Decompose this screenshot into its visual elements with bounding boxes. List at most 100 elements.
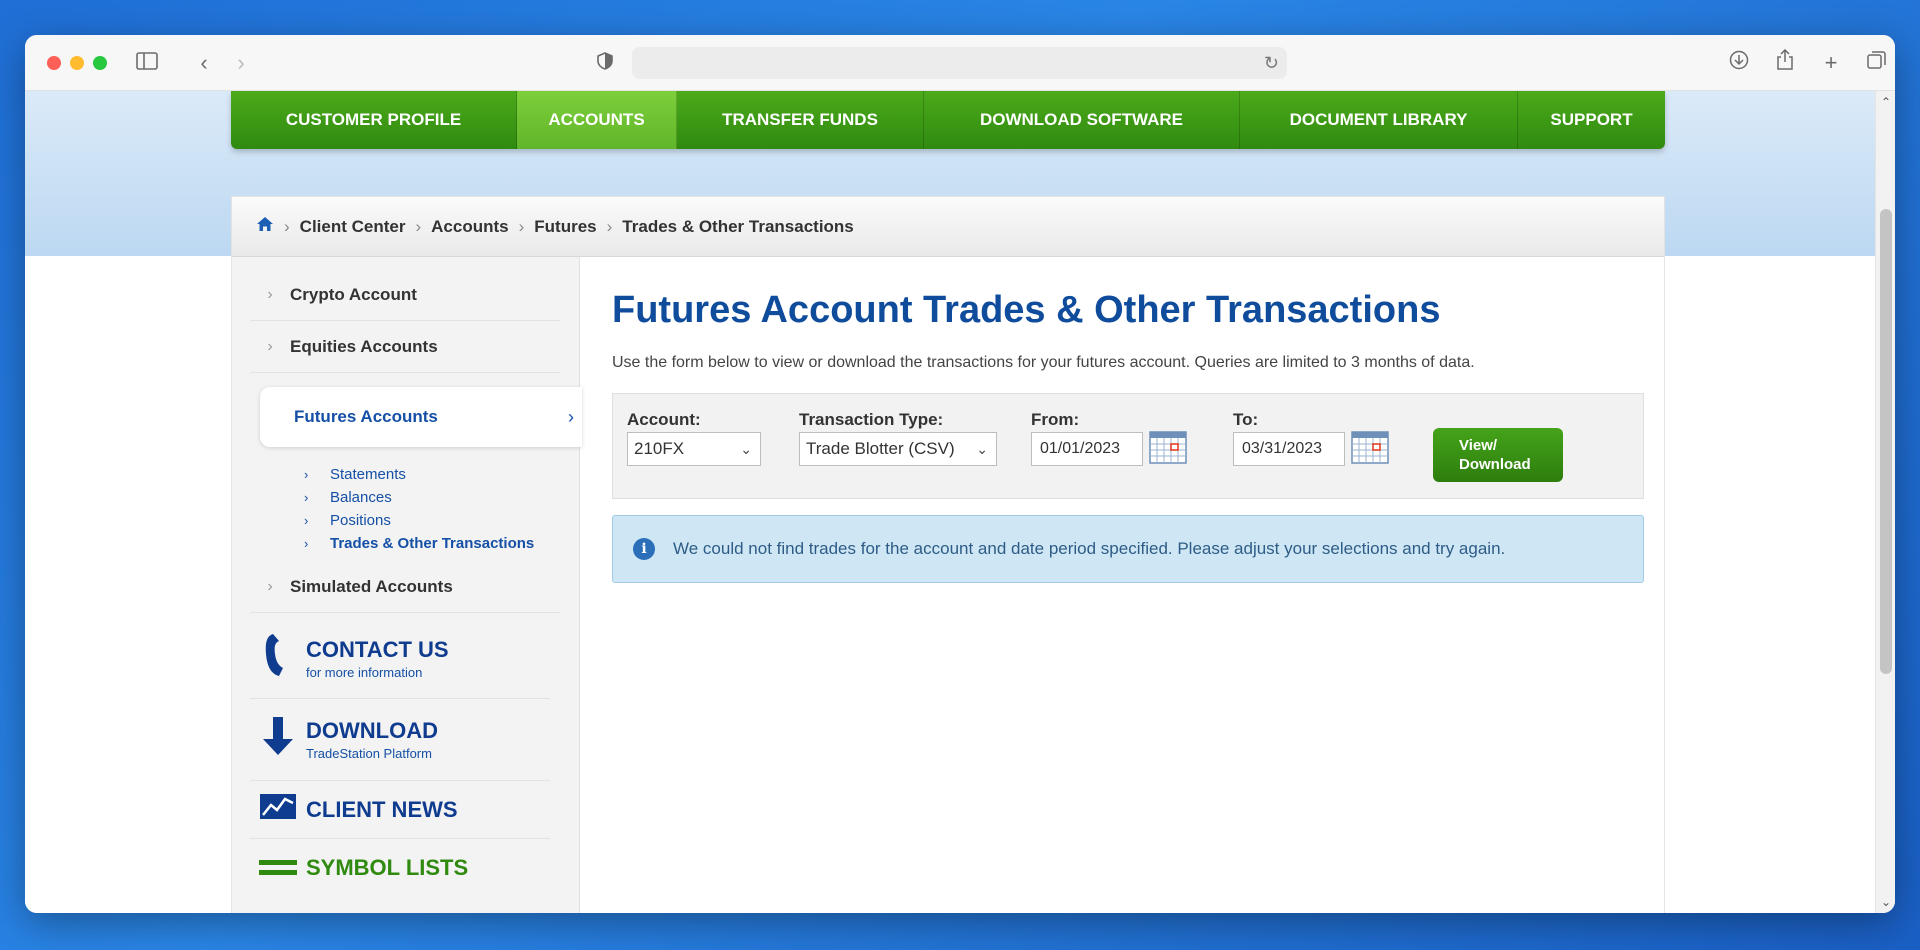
no-results-alert: i We could not find trades for the accou… — [612, 515, 1644, 583]
chevron-right-icon: › — [267, 285, 273, 303]
promo-title: CLIENT NEWS — [306, 796, 458, 822]
calendar-icon[interactable] — [1351, 430, 1389, 464]
breadcrumb-client-center[interactable]: Client Center — [300, 217, 406, 237]
scroll-down-icon[interactable]: ⌄ — [1876, 893, 1895, 911]
address-bar[interactable]: ↻ — [632, 47, 1287, 79]
sidebar-item-futures[interactable]: Futures Accounts › — [260, 387, 582, 447]
chevron-right-icon: › — [304, 512, 309, 528]
breadcrumb: › Client Center › Accounts › Futures › T… — [232, 197, 1664, 257]
breadcrumb-current: Trades & Other Transactions — [622, 216, 854, 236]
chevron-right-icon: › — [304, 535, 309, 551]
reload-icon[interactable]: ↻ — [1264, 51, 1279, 75]
calendar-icon[interactable] — [1149, 430, 1187, 464]
sub-item-trades[interactable]: › Trades & Other Transactions — [304, 532, 534, 554]
browser-window: ‹ › ↻ + CUSTOMER PROFILE ACCOUNTS TRANSF… — [25, 35, 1895, 913]
share-icon[interactable] — [1771, 48, 1799, 77]
chevron-right-icon: › — [568, 406, 574, 427]
transaction-type-value: Trade Blotter (CSV) — [806, 439, 955, 458]
to-label: To: — [1233, 410, 1259, 429]
sidebar-item-label: Equities Accounts — [290, 336, 438, 356]
zoom-window-button[interactable] — [93, 56, 107, 70]
tab-overview-icon[interactable] — [1863, 49, 1891, 77]
account-select[interactable]: 210FX ⌄ — [627, 432, 761, 466]
promo-subtitle: TradeStation Platform — [306, 746, 432, 761]
info-icon: i — [633, 538, 655, 560]
vertical-scrollbar[interactable]: ⌃ ⌄ — [1875, 91, 1895, 913]
account-select-value: 210FX — [634, 439, 685, 458]
from-label: From: — [1031, 410, 1080, 429]
sidebar-item-equities[interactable]: › Equities Accounts — [250, 321, 560, 373]
promo-symbol-lists[interactable]: SYMBOL LISTS — [250, 839, 550, 897]
close-window-button[interactable] — [47, 56, 61, 70]
back-icon[interactable]: ‹ — [190, 49, 218, 77]
nav-download-software[interactable]: DOWNLOAD SOFTWARE — [924, 91, 1240, 149]
account-label: Account: — [627, 410, 701, 429]
phone-icon — [250, 632, 306, 686]
promo-contact-us[interactable]: CONTACT US for more information — [250, 619, 550, 699]
page-viewport: CUSTOMER PROFILE ACCOUNTS TRANSFER FUNDS… — [25, 91, 1875, 913]
sub-item-statements[interactable]: › Statements — [304, 463, 406, 485]
promo-client-news[interactable]: CLIENT NEWS — [250, 781, 550, 839]
nav-customer-profile[interactable]: CUSTOMER PROFILE — [231, 91, 517, 149]
page-title: Futures Account Trades & Other Transacti… — [612, 289, 1441, 331]
browser-titlebar: ‹ › ↻ + — [25, 35, 1895, 91]
forward-icon[interactable]: › — [227, 49, 255, 77]
promo-title: CONTACT US — [306, 637, 449, 662]
sub-item-positions[interactable]: › Positions — [304, 509, 391, 531]
chevron-right-icon: › — [267, 337, 273, 355]
nav-document-library[interactable]: DOCUMENT LIBRARY — [1240, 91, 1518, 149]
chevron-right-icon: › — [518, 216, 525, 236]
promo-title: DOWNLOAD — [306, 718, 438, 743]
button-label-line: Download — [1459, 456, 1531, 473]
promo-subtitle: for more information — [306, 665, 423, 680]
promo-download[interactable]: DOWNLOAD TradeStation Platform — [250, 699, 550, 781]
downloads-icon[interactable] — [1725, 49, 1753, 77]
chevron-right-icon: › — [267, 577, 273, 595]
privacy-shield-icon[interactable] — [591, 49, 619, 77]
breadcrumb-futures[interactable]: Futures — [534, 217, 596, 237]
new-tab-icon[interactable]: + — [1817, 49, 1845, 77]
promo-title: SYMBOL LISTS — [306, 855, 469, 880]
home-icon[interactable] — [256, 216, 274, 237]
download-arrow-icon — [250, 715, 306, 765]
sidebar-item-label: Futures Accounts — [294, 407, 438, 426]
main-nav: CUSTOMER PROFILE ACCOUNTS TRANSFER FUNDS… — [231, 91, 1665, 149]
nav-accounts[interactable]: ACCOUNTS — [517, 91, 677, 149]
nav-support[interactable]: SUPPORT — [1518, 91, 1665, 149]
list-lines-icon — [250, 850, 306, 887]
sub-item-label: Statements — [330, 465, 406, 483]
nav-transfer-funds[interactable]: TRANSFER FUNDS — [677, 91, 924, 149]
chevron-right-icon: › — [415, 216, 422, 236]
chevron-right-icon: › — [304, 466, 309, 482]
content-card: › Client Center › Accounts › Futures › T… — [231, 196, 1665, 913]
sub-item-label: Positions — [330, 511, 391, 529]
from-date-input[interactable]: 01/01/2023 — [1031, 432, 1143, 466]
sidebar-item-label: Crypto Account — [290, 284, 417, 304]
filter-form: Account: 210FX ⌄ Transaction Type: Trade… — [612, 393, 1644, 499]
to-date-input[interactable]: 03/31/2023 — [1233, 432, 1345, 466]
transaction-type-select[interactable]: Trade Blotter (CSV) ⌄ — [799, 432, 997, 466]
sidebar-item-simulated[interactable]: › Simulated Accounts — [250, 561, 560, 613]
chevron-down-icon: ⌄ — [976, 440, 988, 457]
minimize-window-button[interactable] — [70, 56, 84, 70]
sidebar-toggle-icon[interactable] — [133, 49, 161, 77]
page-description: Use the form below to view or download t… — [612, 354, 1475, 371]
alert-message: We could not find trades for the account… — [673, 539, 1506, 558]
sidebar-item-crypto[interactable]: › Crypto Account — [250, 269, 560, 321]
main-content: Futures Account Trades & Other Transacti… — [612, 257, 1652, 583]
sub-item-label: Trades & Other Transactions — [330, 534, 535, 552]
view-download-button[interactable]: View/ Download — [1433, 428, 1563, 482]
sidebar-item-label: Simulated Accounts — [290, 576, 453, 596]
chevron-down-icon: ⌄ — [740, 440, 752, 457]
scrollbar-thumb[interactable] — [1880, 209, 1892, 674]
sub-item-label: Balances — [330, 488, 392, 506]
button-label-line: View/ — [1459, 437, 1498, 454]
chevron-right-icon: › — [304, 489, 309, 505]
transaction-type-label: Transaction Type: — [799, 410, 944, 429]
sidebar: › Crypto Account › Equities Accounts Fut… — [232, 257, 582, 913]
chevron-right-icon: › — [606, 216, 613, 236]
scroll-up-icon[interactable]: ⌃ — [1876, 93, 1895, 111]
breadcrumb-accounts[interactable]: Accounts — [431, 217, 508, 237]
sub-item-balances[interactable]: › Balances — [304, 486, 392, 508]
chevron-right-icon: › — [284, 216, 290, 236]
